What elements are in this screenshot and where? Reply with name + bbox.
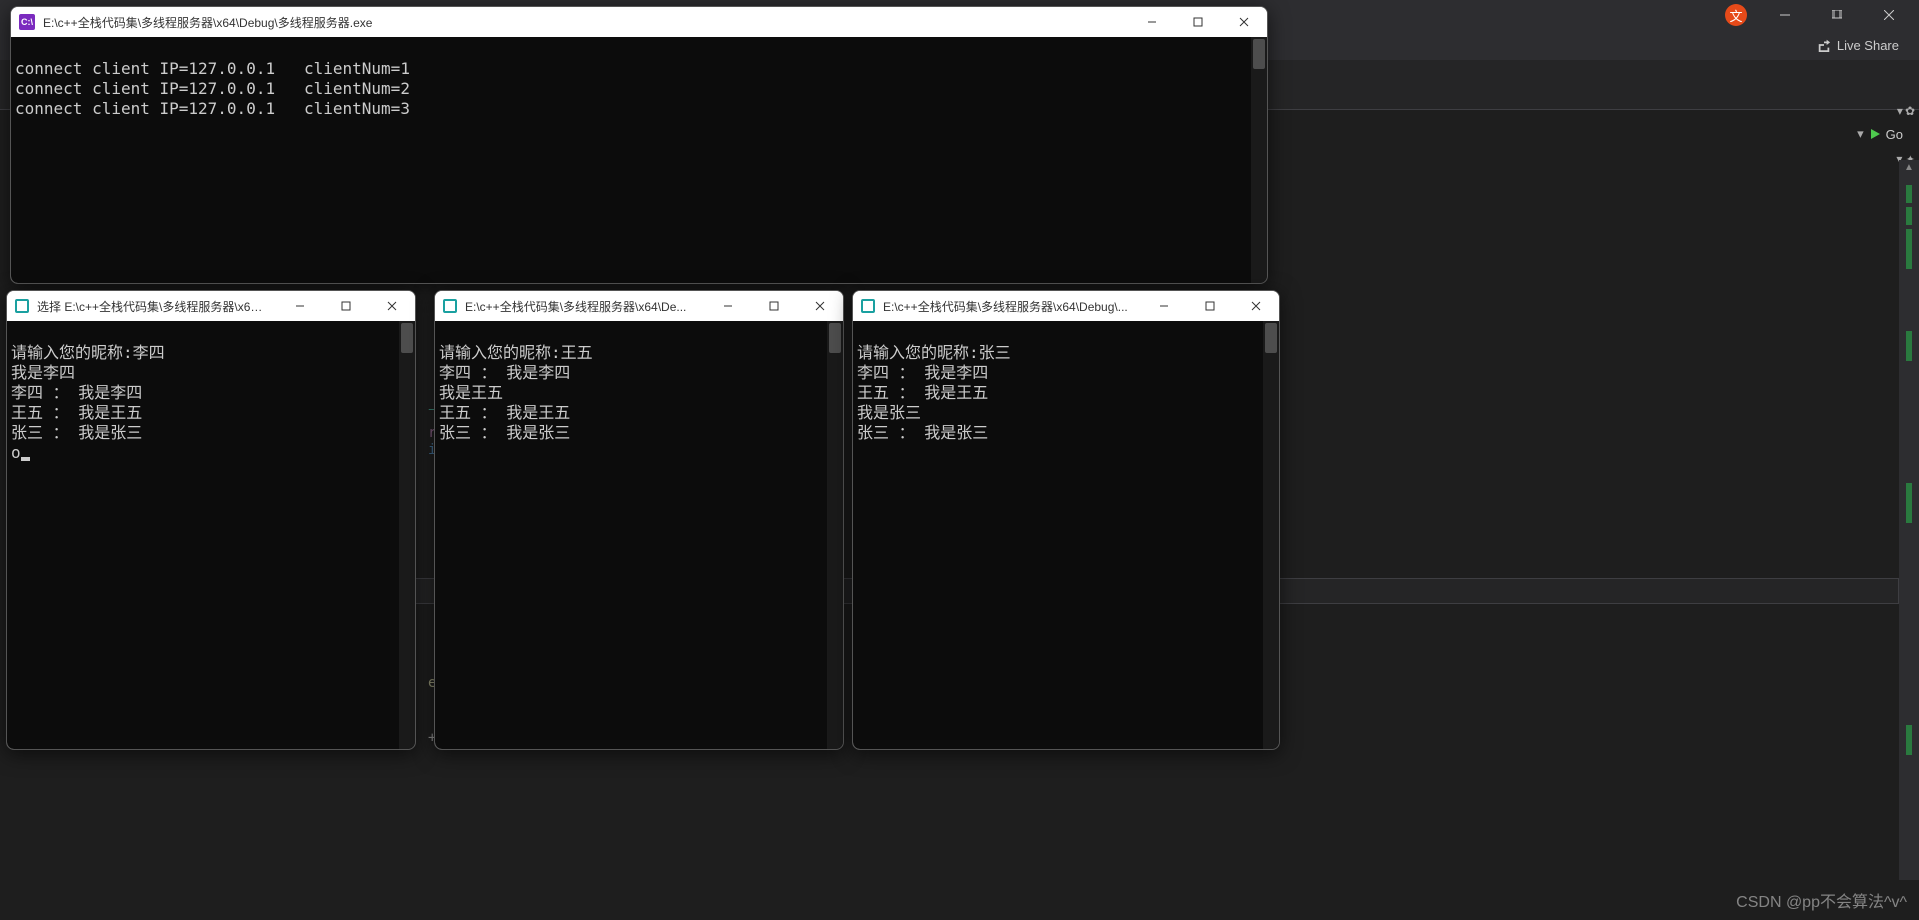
console-line: 我是李四 (11, 363, 75, 382)
console-output[interactable]: connect client IP=127.0.0.1 clientNum=1 … (11, 37, 1267, 283)
share-icon (1817, 38, 1831, 52)
play-icon (1868, 127, 1882, 141)
vs-close-button[interactable] (1867, 0, 1911, 30)
window-titlebar[interactable]: E:\c++全栈代码集\多线程服务器\x64\Debug\... (853, 291, 1279, 321)
console-line: o (11, 443, 21, 462)
maximize-button[interactable] (751, 291, 797, 321)
console-line: 张三 ： 我是张三 (11, 423, 142, 442)
gear-icon[interactable]: ✿ (1905, 104, 1915, 118)
scrollbar-thumb[interactable] (829, 323, 841, 353)
client3-console-window[interactable]: E:\c++全栈代码集\多线程服务器\x64\Debug\... 请输入您的昵称… (852, 290, 1280, 750)
console-line: 王五 ： 我是王五 (11, 403, 142, 422)
minimize-button[interactable] (705, 291, 751, 321)
console-output[interactable]: 请输入您的昵称:张三 李四 ： 我是李四 王五 ： 我是王五 我是张三 张三 ：… (853, 321, 1279, 749)
change-marker (1906, 725, 1912, 755)
window-title: E:\c++全栈代码集\多线程服务器\x64\Debug\多线程服务器.exe (43, 14, 372, 31)
console-line: 李四 ： 我是李四 (11, 383, 142, 402)
app-icon (861, 299, 875, 313)
window-title: 选择 E:\c++全栈代码集\多线程服务器\x64\... (37, 298, 267, 315)
console-line: 李四 ： 我是李四 (439, 363, 570, 382)
console-output[interactable]: 请输入您的昵称:李四 我是李四 李四 ： 我是李四 王五 ： 我是王五 张三 ：… (7, 321, 415, 749)
vs-panel-chevrons: ▾✿ (1897, 104, 1915, 118)
minimize-button[interactable] (1141, 291, 1187, 321)
text-cursor (21, 457, 30, 461)
window-titlebar[interactable]: 选择 E:\c++全栈代码集\多线程服务器\x64\... (7, 291, 415, 321)
console-line: 请输入您的昵称:张三 (857, 343, 1011, 362)
go-label: Go (1886, 127, 1903, 142)
maximize-button[interactable] (1187, 291, 1233, 321)
window-titlebar[interactable]: E:\c++全栈代码集\多线程服务器\x64\De... (435, 291, 843, 321)
change-marker (1906, 207, 1912, 225)
console-scrollbar[interactable] (827, 321, 843, 749)
console-line: 请输入您的昵称:李四 (11, 343, 165, 362)
change-marker (1906, 185, 1912, 203)
minimize-button[interactable] (277, 291, 323, 321)
close-button[interactable] (797, 291, 843, 321)
change-marker (1906, 331, 1912, 361)
console-output[interactable]: 请输入您的昵称:王五 李四 ： 我是李四 我是王五 王五 ： 我是王五 张三 ：… (435, 321, 843, 749)
minimize-button[interactable] (1129, 7, 1175, 37)
console-scrollbar[interactable] (1251, 37, 1267, 283)
cmd-icon: C:\ (19, 14, 35, 30)
chevron-down-icon[interactable]: ▾ (1897, 104, 1903, 118)
ime-indicator-icon[interactable]: 文 (1725, 4, 1747, 26)
vs-minimize-button[interactable] (1763, 0, 1807, 30)
console-line: 请输入您的昵称:王五 (439, 343, 593, 362)
live-share-label: Live Share (1837, 38, 1899, 53)
go-button[interactable]: ▾ Go (1857, 126, 1903, 142)
maximize-button[interactable] (323, 291, 369, 321)
server-console-window[interactable]: C:\ E:\c++全栈代码集\多线程服务器\x64\Debug\多线程服务器.… (10, 6, 1268, 284)
close-button[interactable] (369, 291, 415, 321)
app-icon (15, 299, 29, 313)
window-titlebar[interactable]: C:\ E:\c++全栈代码集\多线程服务器\x64\Debug\多线程服务器.… (11, 7, 1267, 37)
console-line: 王五 ： 我是王五 (439, 403, 570, 422)
change-marker (1906, 229, 1912, 269)
maximize-button[interactable] (1175, 7, 1221, 37)
scrollbar-thumb[interactable] (401, 323, 413, 353)
vs-maximize-button[interactable] (1815, 0, 1859, 30)
console-line: 我是张三 (857, 403, 921, 422)
client2-console-window[interactable]: E:\c++全栈代码集\多线程服务器\x64\De... 请输入您的昵称:王五 … (434, 290, 844, 750)
watermark-text: CSDN @pp不会算法^v^ (1736, 888, 1907, 912)
window-title: E:\c++全栈代码集\多线程服务器\x64\De... (465, 298, 686, 315)
console-line: connect client IP=127.0.0.1 clientNum=1 (15, 59, 410, 78)
console-line: connect client IP=127.0.0.1 clientNum=2 (15, 79, 410, 98)
console-line: 张三 ： 我是张三 (857, 423, 988, 442)
scrollbar-thumb[interactable] (1265, 323, 1277, 353)
chevron-down-icon: ▾ (1857, 126, 1864, 142)
client1-console-window[interactable]: 选择 E:\c++全栈代码集\多线程服务器\x64\... 请输入您的昵称:李四… (6, 290, 416, 750)
close-button[interactable] (1221, 7, 1267, 37)
console-line: 王五 ： 我是王五 (857, 383, 988, 402)
app-icon (443, 299, 457, 313)
change-marker (1906, 483, 1912, 523)
live-share-button[interactable]: Live Share (1817, 38, 1899, 53)
console-line: 李四 ： 我是李四 (857, 363, 988, 382)
console-scrollbar[interactable] (1263, 321, 1279, 749)
window-title: E:\c++全栈代码集\多线程服务器\x64\Debug\... (883, 298, 1128, 315)
vs-scrollbar-gutter[interactable]: ▲ (1899, 160, 1919, 880)
console-line: connect client IP=127.0.0.1 clientNum=3 (15, 99, 410, 118)
console-line: 张三 ： 我是张三 (439, 423, 570, 442)
console-line: 我是王五 (439, 383, 503, 402)
close-button[interactable] (1233, 291, 1279, 321)
scrollbar-thumb[interactable] (1253, 39, 1265, 69)
console-scrollbar[interactable] (399, 321, 415, 749)
chevron-up-icon[interactable]: ▲ (1904, 162, 1914, 173)
